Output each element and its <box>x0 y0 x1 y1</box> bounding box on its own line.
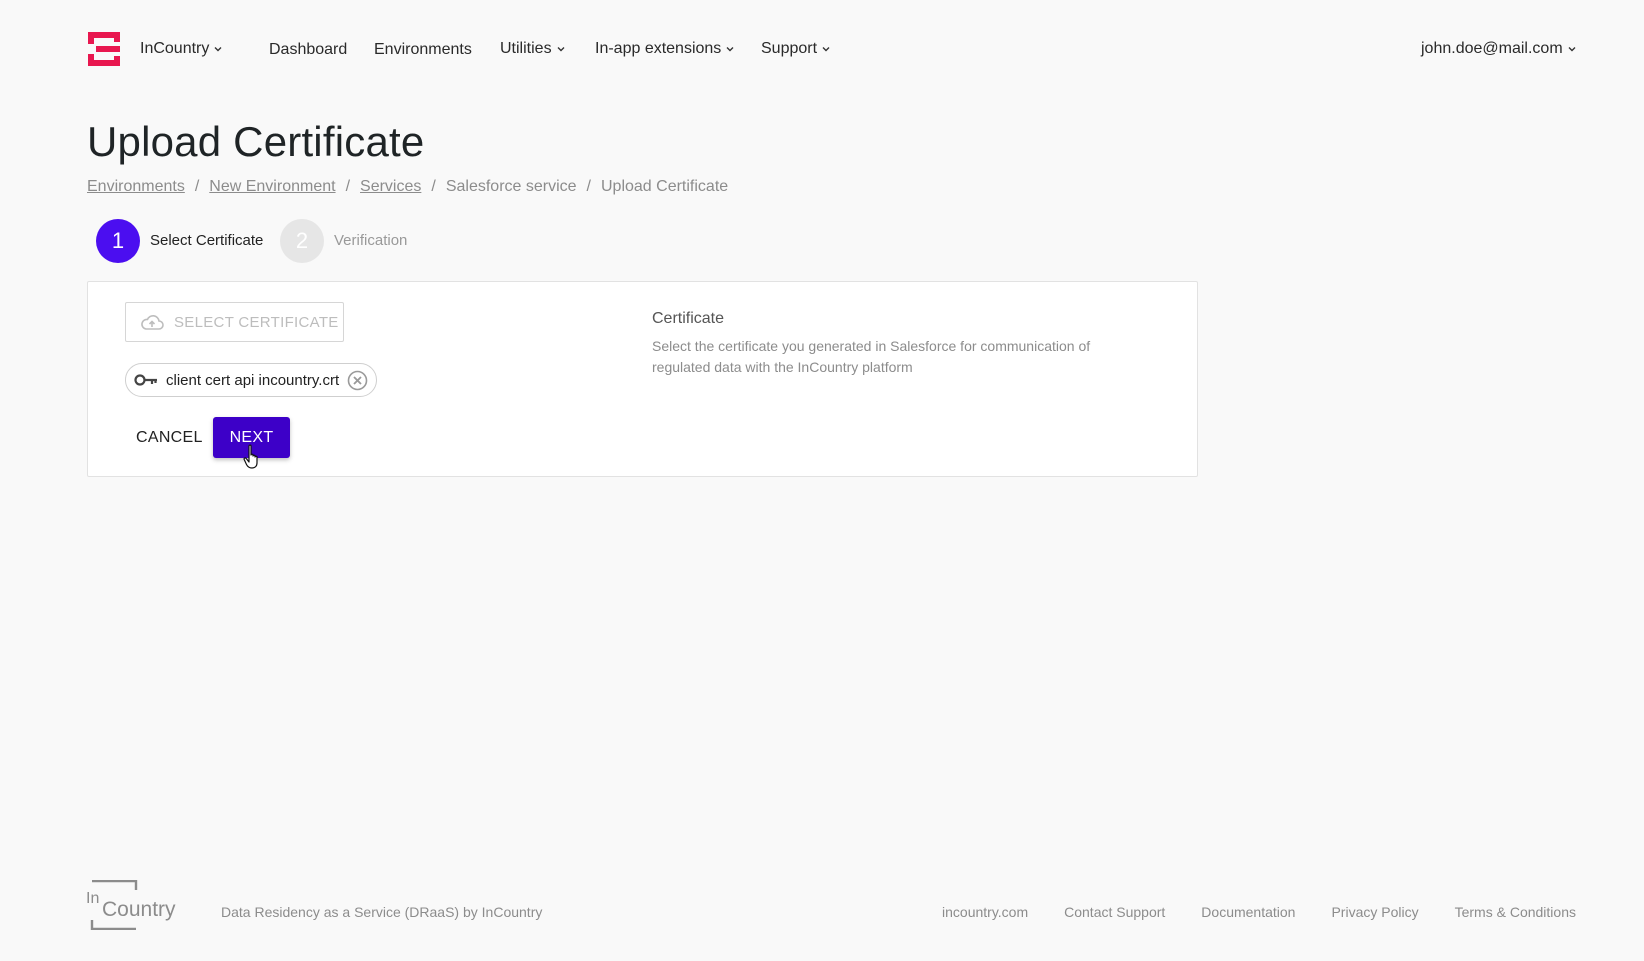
chevron-down-icon <box>725 44 735 54</box>
select-certificate-button[interactable]: SELECT CERTIFICATE <box>125 302 344 342</box>
nav-support-label: Support <box>761 40 818 57</box>
chevron-down-icon <box>556 44 566 54</box>
step-2-indicator: 2 <box>280 219 324 263</box>
nav-utilities[interactable]: Utilities <box>500 40 566 58</box>
select-certificate-label: SELECT CERTIFICATE <box>174 313 339 331</box>
step-1-label: Select Certificate <box>150 232 264 249</box>
cancel-button[interactable]: CANCEL <box>130 418 209 458</box>
selected-file-chip: client cert api incountry.crt <box>125 363 377 397</box>
footer-link-terms[interactable]: Terms & Conditions <box>1455 904 1576 920</box>
incountry-logo-icon[interactable] <box>88 32 120 66</box>
chevron-down-icon <box>1567 44 1577 54</box>
nav-environments-label: Environments <box>374 41 472 58</box>
cloud-upload-icon <box>140 313 164 331</box>
org-label: InCountry <box>140 40 210 57</box>
top-navbar: InCountry Dashboard Environments Utiliti… <box>0 0 1644 100</box>
breadcrumb-separator: / <box>345 178 351 195</box>
breadcrumb-current: Upload Certificate <box>601 178 729 195</box>
hand-pointer-icon <box>243 444 263 470</box>
certificate-card: SELECT CERTIFICATE client cert api incou… <box>87 281 1198 477</box>
breadcrumb-salesforce-service: Salesforce service <box>445 178 577 195</box>
footer-logo-text-in: In <box>86 890 99 907</box>
user-menu[interactable]: john.doe@mail.com <box>1421 40 1577 58</box>
footer-links: incountry.com Contact Support Documentat… <box>942 904 1576 920</box>
breadcrumb-new-environment[interactable]: New Environment <box>209 178 335 196</box>
nav-dashboard-label: Dashboard <box>269 41 348 58</box>
certificate-info-description: Select the certificate you generated in … <box>652 338 1091 375</box>
breadcrumb: Environments / New Environment / Service… <box>87 178 728 196</box>
breadcrumb-separator: / <box>431 178 436 195</box>
nav-environments[interactable]: Environments <box>374 41 472 59</box>
breadcrumb-separator: / <box>586 178 591 195</box>
nav-support[interactable]: Support <box>761 40 831 58</box>
page: InCountry Dashboard Environments Utiliti… <box>0 0 1644 961</box>
chevron-down-icon <box>213 44 223 54</box>
footer-logo: In Country <box>86 879 182 931</box>
footer-link-privacy-policy[interactable]: Privacy Policy <box>1331 904 1418 920</box>
footer-logo-text-country: Country <box>102 898 176 921</box>
step-1-indicator: 1 <box>96 219 140 263</box>
breadcrumb-environments[interactable]: Environments <box>87 178 185 196</box>
breadcrumb-services[interactable]: Services <box>360 178 421 196</box>
breadcrumb-separator: / <box>194 178 200 195</box>
chevron-down-icon <box>821 44 831 54</box>
org-switcher[interactable]: InCountry <box>140 40 223 58</box>
step-2-label: Verification <box>334 232 408 249</box>
certificate-info-title: Certificate <box>652 310 725 327</box>
nav-extensions-label: In-app extensions <box>595 40 722 57</box>
footer-link-site[interactable]: incountry.com <box>942 904 1028 920</box>
close-circle-icon[interactable] <box>347 370 368 391</box>
footer-link-documentation[interactable]: Documentation <box>1201 904 1295 920</box>
page-title: Upload Certificate <box>87 118 425 165</box>
key-icon <box>134 373 158 387</box>
nav-in-app-extensions[interactable]: In-app extensions <box>595 40 735 58</box>
footer-link-contact-support[interactable]: Contact Support <box>1064 904 1165 920</box>
nav-utilities-label: Utilities <box>500 40 552 57</box>
user-email: john.doe@mail.com <box>1421 40 1563 57</box>
nav-dashboard[interactable]: Dashboard <box>269 41 347 59</box>
selected-file-name: client cert api incountry.crt <box>166 371 340 389</box>
footer-tagline: Data Residency as a Service (DRaaS) by I… <box>221 904 543 920</box>
